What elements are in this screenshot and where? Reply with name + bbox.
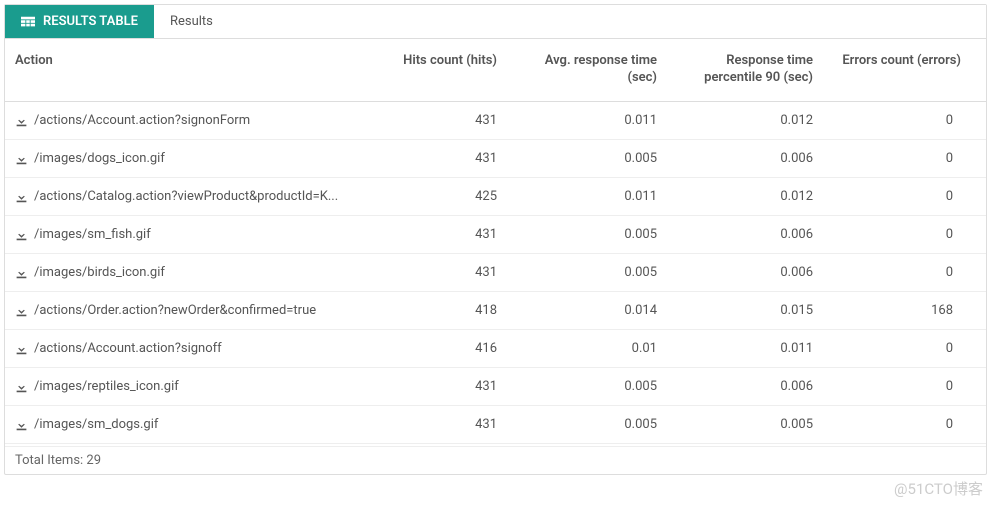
table-row[interactable]: /images/dogs_icon.gif 4310.0050.0060 — [5, 140, 986, 178]
action-path: /images/reptiles_icon.gif — [34, 379, 179, 394]
action-path: /images/birds_icon.gif — [34, 265, 165, 280]
total-items-label: Total Items: 29 — [15, 453, 101, 468]
table-row[interactable]: /actions/Order.action?newOrder&confirmed… — [5, 292, 986, 330]
col-header-errors[interactable]: Errors count (errors) — [823, 39, 971, 101]
cell-hits: 431 — [367, 406, 507, 443]
cell-p90: 0.012 — [667, 178, 823, 215]
cell-action: /images/birds_icon.gif — [5, 254, 367, 291]
col-header-action[interactable]: Action — [5, 39, 367, 101]
action-path: /images/dogs_icon.gif — [34, 151, 165, 166]
cell-action: /actions/Account.action?signoff — [5, 330, 367, 367]
tab-results-table[interactable]: RESULTS TABLE — [5, 5, 154, 38]
cell-hits: 431 — [367, 368, 507, 405]
cell-hits: 418 — [367, 292, 507, 329]
cell-err: 0 — [823, 216, 971, 253]
cell-err: 0 — [823, 368, 971, 405]
tab-label: Results — [170, 14, 213, 29]
cell-avg: 0.01 — [507, 330, 667, 367]
cell-action: /images/reptiles_icon.gif — [5, 368, 367, 405]
cell-hits: 431 — [367, 140, 507, 177]
cell-hits: 425 — [367, 178, 507, 215]
download-icon[interactable] — [15, 114, 28, 127]
download-icon[interactable] — [15, 190, 28, 203]
cell-p90: 0.006 — [667, 254, 823, 291]
cell-p90: 0.012 — [667, 102, 823, 139]
action-path: /images/sm_dogs.gif — [34, 417, 158, 432]
cell-p90: 0.005 — [667, 406, 823, 443]
table-row[interactable]: /actions/Account.action?signonForm4310.0… — [5, 102, 986, 140]
table-row[interactable]: /images/sm_dogs.gif4310.0050.0050 — [5, 406, 986, 444]
watermark: @51CTO博客 — [894, 478, 983, 499]
cell-hits: 431 — [367, 216, 507, 253]
cell-err: 0 — [823, 140, 971, 177]
cell-p90: 0.006 — [667, 216, 823, 253]
cell-avg: 0.014 — [507, 292, 667, 329]
cell-action: /actions/Catalog.action?viewProduct&prod… — [5, 178, 367, 215]
cell-err: 0 — [823, 102, 971, 139]
table-row[interactable]: /actions/Account.action?signoff 4160.010.… — [5, 330, 986, 368]
cell-avg: 0.005 — [507, 368, 667, 405]
col-header-avg-response[interactable]: Avg. response time (sec) — [507, 39, 667, 101]
cell-err: 0 — [823, 178, 971, 215]
table-row[interactable]: /images/birds_icon.gif 4310.0050.0060 — [5, 254, 986, 292]
cell-p90: 0.006 — [667, 368, 823, 405]
tab-results[interactable]: Results — [154, 5, 229, 38]
table-icon — [21, 15, 35, 29]
action-path: /actions/Account.action?signoff — [34, 341, 222, 356]
table-row[interactable]: /actions/Catalog.action?viewProduct&prod… — [5, 178, 986, 216]
table-row[interactable]: /images/reptiles_icon.gif 4310.0050.0060 — [5, 368, 986, 406]
results-table: Action Hits count (hits) Avg. response t… — [5, 39, 986, 474]
cell-hits: 416 — [367, 330, 507, 367]
cell-hits: 431 — [367, 102, 507, 139]
cell-avg: 0.005 — [507, 216, 667, 253]
cell-action: /actions/Order.action?newOrder&confirmed… — [5, 292, 367, 329]
col-header-p90[interactable]: Response time percentile 90 (sec) — [667, 39, 823, 101]
cell-avg: 0.005 — [507, 140, 667, 177]
cell-err: 0 — [823, 254, 971, 291]
cell-action: /images/sm_dogs.gif — [5, 406, 367, 443]
cell-avg: 0.005 — [507, 254, 667, 291]
download-icon[interactable] — [15, 380, 28, 393]
cell-hits: 431 — [367, 254, 507, 291]
cell-p90: 0.015 — [667, 292, 823, 329]
tab-bar: RESULTS TABLE Results — [5, 5, 986, 39]
cell-avg: 0.011 — [507, 178, 667, 215]
table-body-scroll[interactable]: /actions/Account.action?signonForm4310.0… — [5, 102, 986, 446]
download-icon[interactable] — [15, 418, 28, 431]
action-path: /actions/Order.action?newOrder&confirmed… — [34, 303, 316, 318]
table-row[interactable]: /images/sm_fish.gif 4310.0050.0060 — [5, 216, 986, 254]
cell-p90: 0.006 — [667, 140, 823, 177]
download-icon[interactable] — [15, 342, 28, 355]
tab-label: RESULTS TABLE — [43, 14, 138, 29]
cell-action: /actions/Account.action?signonForm — [5, 102, 367, 139]
download-icon[interactable] — [15, 304, 28, 317]
cell-err: 168 — [823, 292, 971, 329]
download-icon[interactable] — [15, 152, 28, 165]
cell-avg: 0.005 — [507, 406, 667, 443]
download-icon[interactable] — [15, 266, 28, 279]
table-header: Action Hits count (hits) Avg. response t… — [5, 39, 986, 102]
table-footer: Total Items: 29 — [5, 446, 986, 474]
cell-avg: 0.011 — [507, 102, 667, 139]
cell-action: /images/sm_fish.gif — [5, 216, 367, 253]
col-header-hits[interactable]: Hits count (hits) — [367, 39, 507, 101]
action-path: /images/sm_fish.gif — [34, 227, 151, 242]
action-path: /actions/Catalog.action?viewProduct&prod… — [34, 189, 338, 204]
cell-err: 0 — [823, 406, 971, 443]
cell-p90: 0.011 — [667, 330, 823, 367]
cell-action: /images/dogs_icon.gif — [5, 140, 367, 177]
results-panel: RESULTS TABLE Results Action Hits count … — [4, 4, 987, 475]
action-path: /actions/Account.action?signonForm — [34, 113, 250, 128]
download-icon[interactable] — [15, 228, 28, 241]
cell-err: 0 — [823, 330, 971, 367]
